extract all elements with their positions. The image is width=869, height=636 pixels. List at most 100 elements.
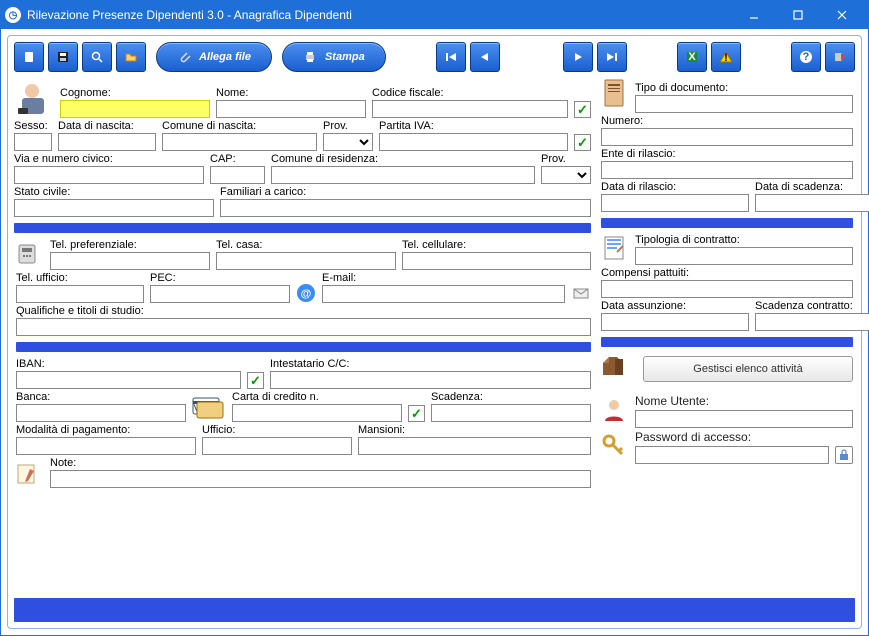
last-record-button[interactable] [597,42,627,72]
ente-input[interactable] [601,161,853,179]
tel-uff-label: Tel. ufficio: [16,272,144,284]
tipo-doc-input[interactable] [635,95,853,113]
note-input[interactable] [50,470,591,488]
piva-label: Partita IVA: [379,120,568,132]
export-excel-button[interactable]: X [677,42,707,72]
cc-num-input[interactable] [232,404,402,422]
tel-pref-input[interactable] [50,252,210,270]
assunzione-input[interactable] [601,313,749,331]
familiari-input[interactable] [220,199,591,217]
utente-input[interactable] [635,410,853,428]
compensi-input[interactable] [601,280,853,298]
cap-input[interactable] [210,166,265,184]
help-button[interactable]: ? [791,42,821,72]
iban-valid-check[interactable]: ✓ [247,372,264,389]
tel-casa-input[interactable] [216,252,396,270]
sesso-input[interactable] [14,133,52,151]
tel-casa-label: Tel. casa: [216,239,396,251]
next-record-button[interactable] [563,42,593,72]
at-icon: @ [296,283,316,303]
tipo-doc-label: Tipo di documento: [635,82,853,94]
prev-record-button[interactable] [470,42,500,72]
new-button[interactable] [14,42,44,72]
numero-input[interactable] [601,128,853,146]
piva-input[interactable] [379,133,568,151]
save-button[interactable] [48,42,78,72]
stato-civile-input[interactable] [14,199,214,217]
window-title: Rilevazione Presenze Dipendenti 3.0 - An… [27,8,732,22]
ente-label: Ente di rilascio: [601,148,853,160]
print-button[interactable]: Stampa [282,42,386,72]
scad-contratto-input[interactable] [755,313,869,331]
banca-input[interactable] [16,404,186,422]
email-label: E-mail: [322,272,565,284]
user-icon [601,397,629,426]
modalita-input[interactable] [16,437,196,455]
app-icon: ◷ [5,7,21,23]
titlebar: ◷ Rilevazione Presenze Dipendenti 3.0 - … [1,1,868,29]
gestisci-attivita-button[interactable]: Gestisci elenco attività [643,356,853,382]
tel-cell-input[interactable] [402,252,591,270]
svg-text:X: X [688,51,696,63]
intestatario-input[interactable] [270,371,591,389]
via-input[interactable] [14,166,204,184]
tel-uff-input[interactable] [16,285,144,303]
data-scad-input[interactable] [755,194,869,212]
tel-pref-label: Tel. preferenziale: [50,239,210,251]
cf-input[interactable] [372,100,568,118]
modalita-label: Modalità di pagamento: [16,424,196,436]
cognome-input[interactable] [60,100,210,118]
creditcard-icon: VISA [192,397,226,422]
nome-input[interactable] [216,100,366,118]
status-bar [14,598,855,622]
open-folder-button[interactable] [116,42,146,72]
familiari-label: Familiari a carico: [220,186,591,198]
svg-text:!: ! [724,52,728,64]
sesso-label: Sesso: [14,120,52,132]
attach-file-button[interactable]: Allega file [156,42,272,72]
cf-valid-check[interactable]: ✓ [574,101,591,118]
qualifiche-input[interactable] [16,318,591,336]
ufficio-input[interactable] [202,437,352,455]
print-label: Stampa [325,51,365,63]
scadenza-input[interactable] [431,404,591,422]
close-button[interactable] [820,1,864,29]
minimize-button[interactable] [732,1,776,29]
prov-res-select[interactable] [541,166,591,184]
comune-nascita-input[interactable] [162,133,317,151]
svg-text:@: @ [301,288,312,300]
password-input[interactable] [635,446,829,464]
maximize-button[interactable] [776,1,820,29]
piva-valid-check[interactable]: ✓ [574,134,591,151]
document-icon [601,78,629,113]
first-record-button[interactable] [436,42,466,72]
prov-nascita-select[interactable] [323,133,373,151]
lock-button[interactable] [835,446,853,464]
pec-input[interactable] [150,285,290,303]
gestisci-attivita-label: Gestisci elenco attività [693,363,802,375]
tipologia-input[interactable] [635,247,853,265]
tipologia-label: Tipologia di contratto: [635,234,853,246]
phone-icon [16,241,44,270]
archive-icon [601,353,637,384]
cf-label: Codice fiscale: [372,87,568,99]
qualifiche-label: Qualifiche e titoli di studio: [16,305,591,317]
nome-label: Nome: [216,87,366,99]
email-input[interactable] [322,285,565,303]
printer-icon [303,50,317,64]
svg-text:?: ? [803,51,810,63]
prov-res-label: Prov. [541,153,591,165]
iban-input[interactable] [16,371,241,389]
exit-button[interactable] [825,42,855,72]
cc-valid-check[interactable]: ✓ [408,405,425,422]
comune-res-input[interactable] [271,166,535,184]
warning-button[interactable]: ! [711,42,741,72]
key-icon [601,433,629,462]
utente-label: Nome Utente: [635,394,853,408]
search-button[interactable] [82,42,112,72]
send-email-button[interactable] [571,283,591,303]
data-nascita-input[interactable] [58,133,156,151]
data-ril-input[interactable] [601,194,749,212]
numero-label: Numero: [601,115,853,127]
mansioni-input[interactable] [358,437,591,455]
